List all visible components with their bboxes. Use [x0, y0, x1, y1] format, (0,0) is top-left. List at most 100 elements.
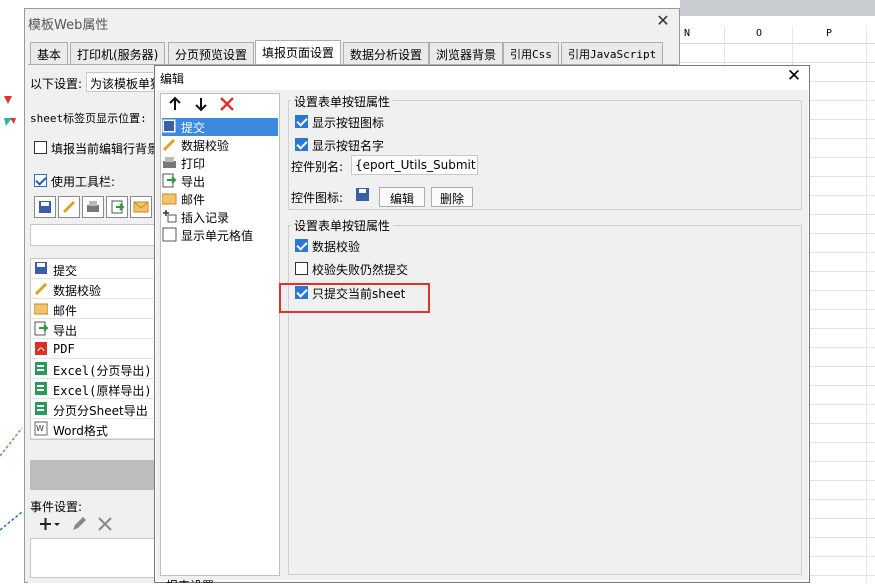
use-toolbar-checkbox[interactable]	[34, 174, 47, 187]
list-item[interactable]: 导出	[31, 319, 159, 339]
edit-item-mail[interactable]: 邮件	[162, 190, 278, 208]
data-validation-label: 数据校验	[312, 240, 361, 254]
tab-browser-background[interactable]: 浏览器背景	[429, 42, 504, 64]
list-item-label: PDF	[53, 342, 75, 356]
settings-scope-select[interactable]: 为该模板单独	[86, 72, 158, 92]
column-header-row: N O P	[676, 26, 875, 44]
list-item[interactable]: PDF	[31, 339, 159, 359]
edit-item-label: 数据校验	[181, 139, 230, 153]
tab-basic[interactable]: 基本	[30, 42, 69, 64]
save-icon[interactable]	[34, 196, 56, 218]
list-item[interactable]: Excel(原样导出)	[31, 379, 159, 399]
data-validation-checkbox[interactable]	[295, 239, 308, 252]
list-item-label: 数据校验	[53, 284, 102, 298]
fill-current-row-bg-checkbox[interactable]	[34, 141, 47, 154]
move-up-button[interactable]	[167, 96, 183, 112]
move-down-button[interactable]	[193, 96, 209, 112]
arrow-up-icon	[169, 96, 181, 110]
list-item[interactable]: 邮件	[31, 299, 159, 319]
export-icon	[34, 321, 48, 336]
pencil-icon	[162, 138, 176, 152]
tab-reference-javascript[interactable]: 引用JavaScript	[561, 42, 664, 64]
column-header-n[interactable]: N	[684, 28, 690, 39]
show-name-label: 显示按钮名字	[312, 139, 385, 153]
delete-item-button[interactable]	[219, 96, 235, 112]
list-item[interactable]: 提交	[31, 259, 159, 279]
print-icon[interactable]	[82, 196, 104, 218]
edit-dialog-title: 编辑	[160, 72, 185, 86]
sheet-top-bar	[680, 0, 875, 16]
print-icon	[163, 157, 176, 168]
settings-scope-value: 为该模板单独	[90, 77, 158, 91]
pencil-icon[interactable]	[58, 196, 80, 218]
edit-item-cell-value[interactable]: 显示单元格值	[162, 226, 278, 244]
show-icon-label: 显示按钮图标	[312, 116, 385, 130]
outer-close-icon[interactable]: ✕	[654, 13, 672, 31]
mail-icon	[34, 303, 48, 315]
list-item[interactable]: W Word格式	[31, 419, 159, 439]
pencil-icon	[73, 517, 86, 530]
delete-icon-button[interactable]: 删除	[431, 187, 473, 207]
tab-data-analysis[interactable]: 数据分析设置	[343, 42, 430, 64]
list-item[interactable]: Excel(分页导出)	[31, 359, 159, 379]
edit-item-label: 显示单元格值	[181, 229, 254, 243]
list-item-label: 导出	[53, 324, 78, 338]
edit-item-label: 插入记录	[181, 211, 230, 225]
event-list[interactable]	[30, 538, 158, 578]
list-item[interactable]: 分页分Sheet导出	[31, 399, 159, 419]
tab-printer-server[interactable]: 打印机(服务器)	[70, 42, 166, 64]
tab-fill-page-settings[interactable]: 填报页面设置	[255, 40, 342, 64]
toolbar-empty-field[interactable]	[30, 224, 158, 246]
event-settings-label: 事件设置:	[30, 500, 83, 514]
delete-event-button[interactable]	[96, 515, 114, 533]
icon-label: 控件图标:	[291, 191, 344, 205]
edit-item-insert-record[interactable]: 插入记录	[162, 208, 278, 226]
list-scroll-area[interactable]	[30, 460, 158, 490]
save-icon	[356, 188, 369, 201]
edit-item-export[interactable]: 导出	[162, 172, 278, 190]
edit-item-label: 导出	[181, 175, 206, 189]
edit-item-submit[interactable]: 提交	[162, 118, 278, 136]
pdf-icon	[35, 342, 47, 355]
alias-input[interactable]: {eport_Utils_Submit}}	[351, 155, 478, 175]
chart-trace-icon	[0, 96, 23, 531]
control-icon-preview	[355, 187, 371, 203]
save-icon	[35, 262, 47, 274]
excel-icon	[35, 402, 47, 415]
fill-current-row-bg-label: 填报当前编辑行背景	[51, 142, 160, 156]
highlight-annotation-box	[279, 283, 430, 313]
delete-x-icon	[220, 97, 234, 111]
close-icon	[98, 517, 112, 531]
add-event-button[interactable]	[36, 514, 60, 534]
toolbar-button-list: 提交 数据校验 邮件 导出 PDF Excel(分页导出) Excel(原样导出…	[30, 258, 159, 440]
submit-on-fail-checkbox[interactable]	[295, 262, 308, 275]
mail-icon[interactable]	[130, 196, 152, 218]
tab-reference-css[interactable]: 引用Css	[503, 42, 559, 64]
edit-item-validate[interactable]: 数据校验	[162, 136, 278, 154]
arrow-down-icon	[195, 98, 207, 112]
alias-input-value: {eport_Utils_Submit}}	[355, 158, 478, 172]
edit-icon-button[interactable]: 编辑	[379, 187, 425, 207]
mail-icon	[162, 193, 177, 205]
excel-icon	[35, 382, 47, 395]
tab-page-preview[interactable]: 分页预览设置	[168, 42, 255, 64]
show-icon-checkbox[interactable]	[295, 115, 308, 128]
export-icon	[162, 173, 177, 188]
list-item-label: 提交	[53, 264, 78, 278]
column-header-o[interactable]: O	[756, 28, 762, 39]
show-name-checkbox[interactable]	[295, 138, 308, 151]
column-header-p[interactable]: P	[826, 28, 832, 39]
plus-icon	[40, 518, 60, 530]
pencil-icon	[34, 282, 48, 296]
edit-close-icon[interactable]: ✕	[785, 68, 803, 86]
edit-event-button[interactable]	[70, 515, 88, 533]
export-icon[interactable]	[106, 196, 128, 218]
outer-dialog-title: 模板Web属性	[28, 18, 109, 33]
edit-item-print[interactable]: 打印	[162, 154, 278, 172]
edit-item-label: 提交	[181, 121, 206, 135]
list-item-label: Excel(分页导出)	[53, 364, 152, 378]
list-item[interactable]: 数据校验	[31, 279, 159, 299]
grid-line	[676, 62, 875, 63]
word-icon: W	[34, 421, 48, 436]
list-item-label: Excel(原样导出)	[53, 384, 152, 398]
